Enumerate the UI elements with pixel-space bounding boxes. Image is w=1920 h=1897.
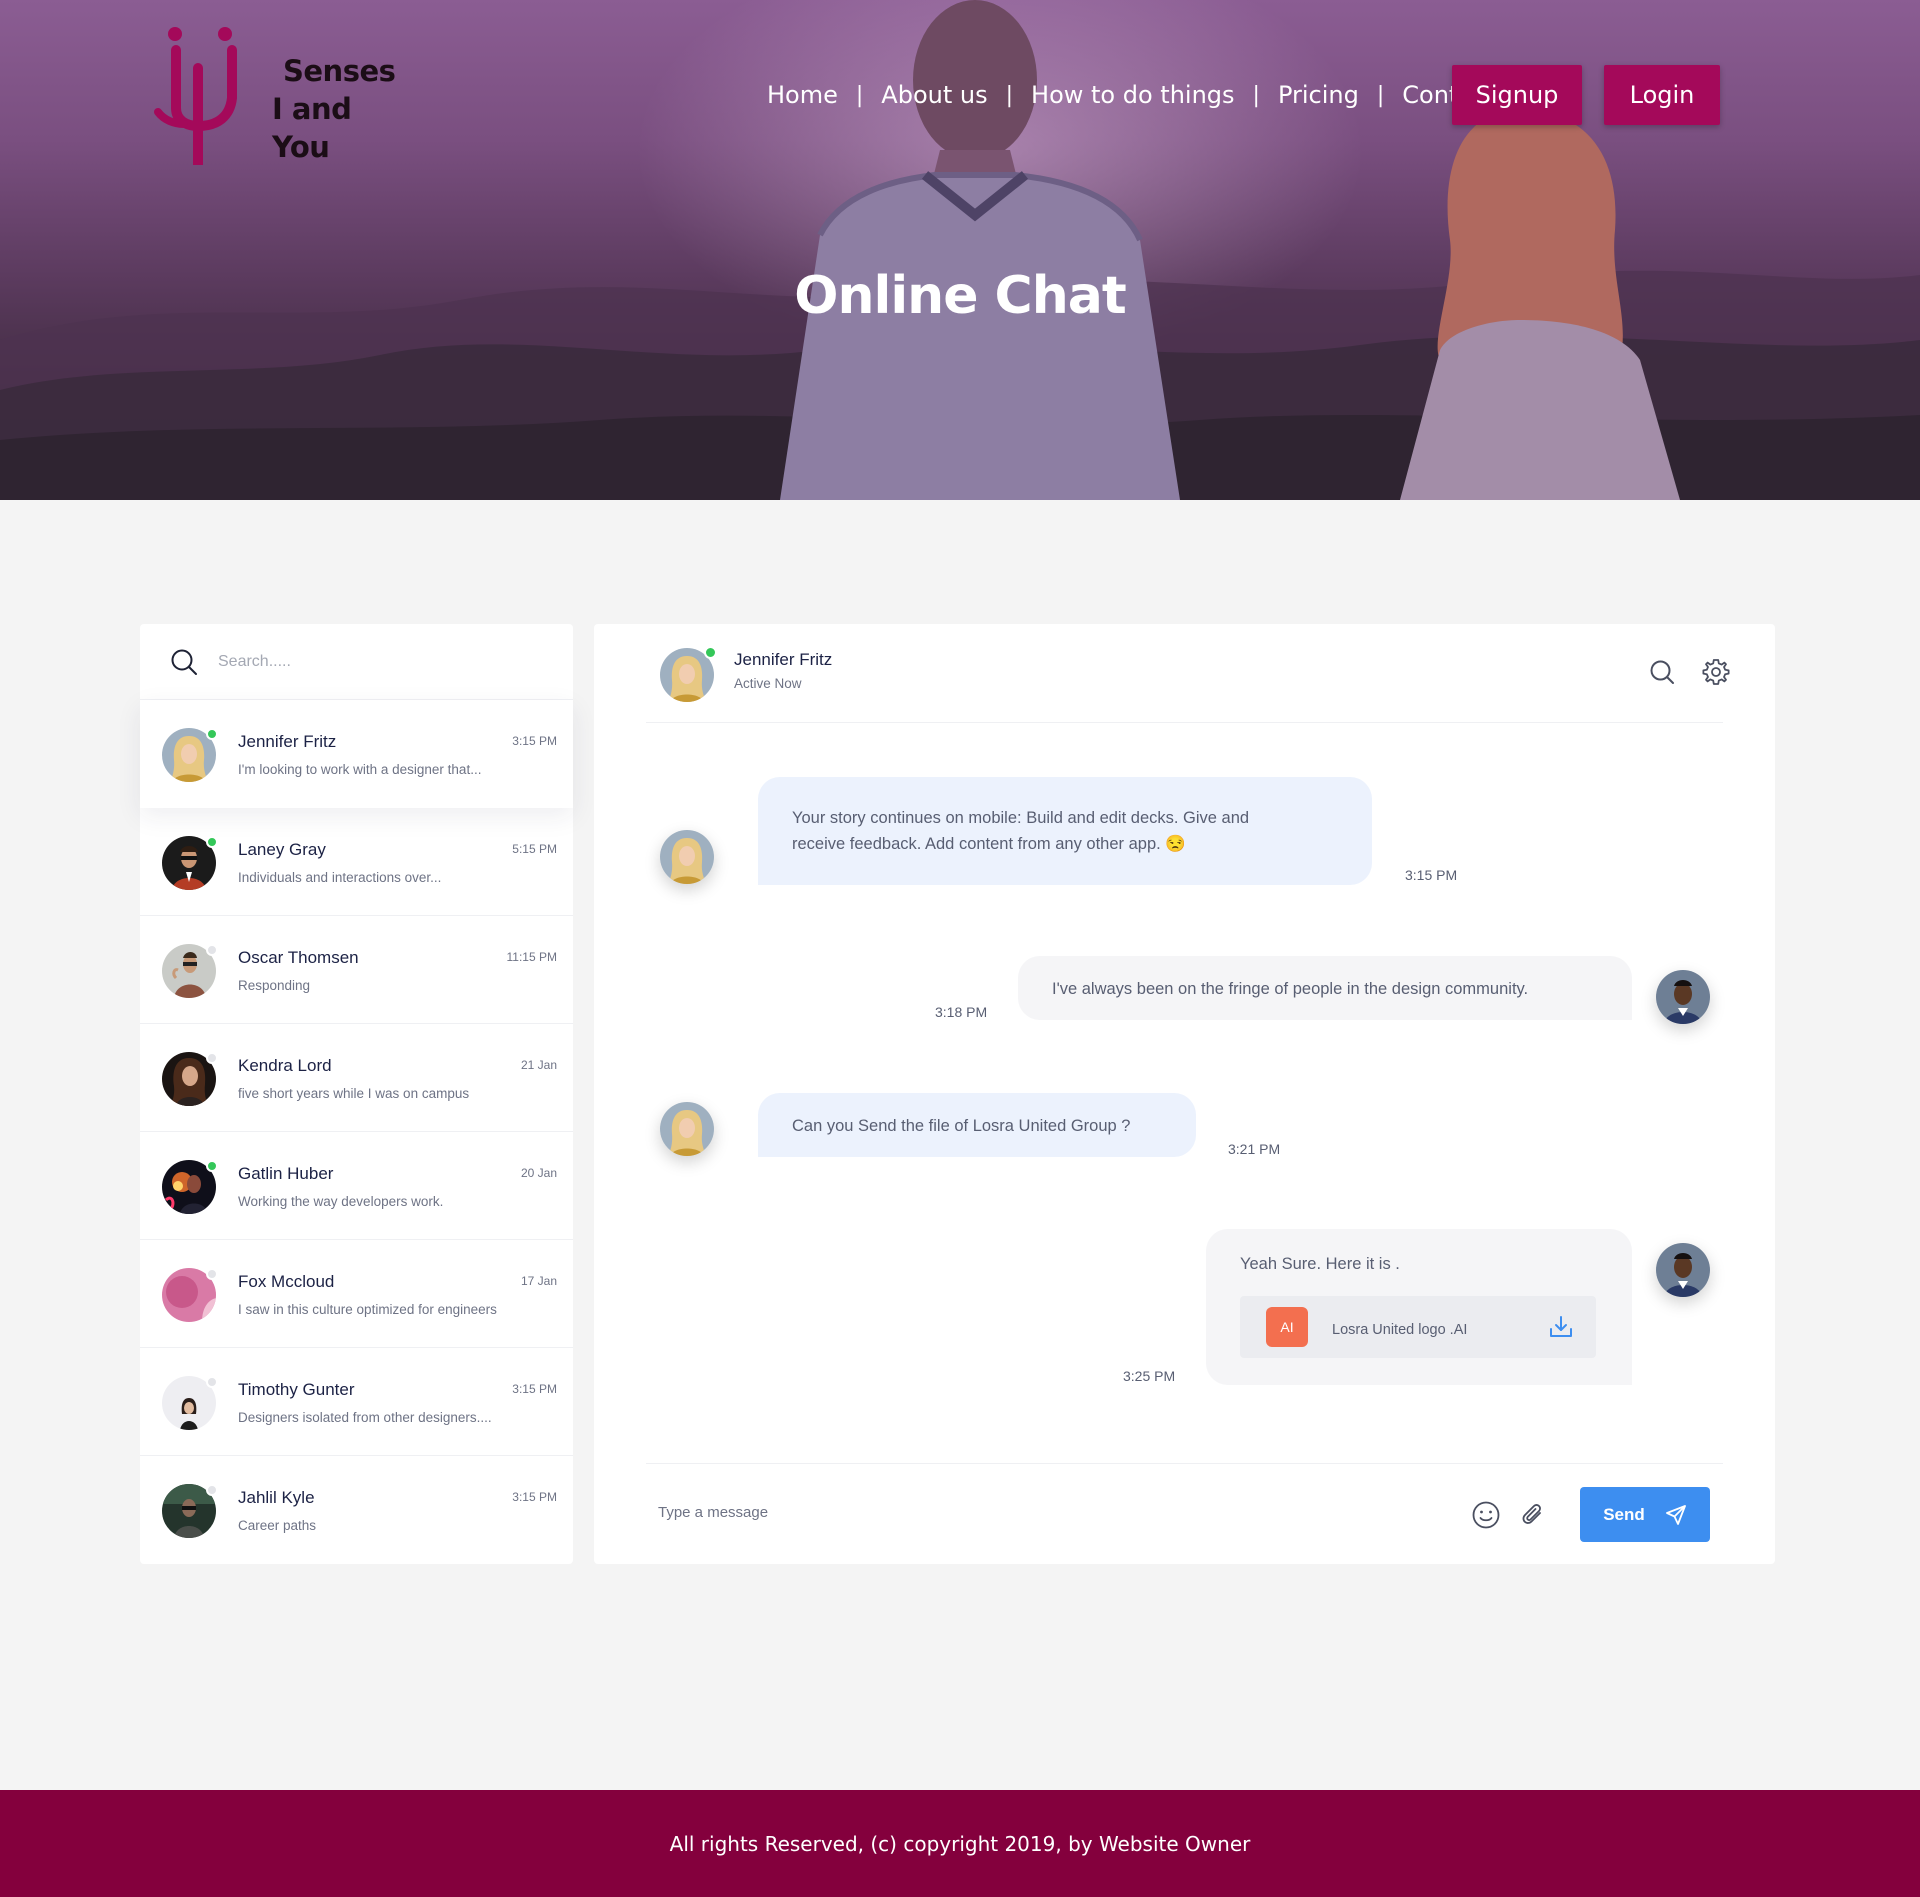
main-nav: Home | About us | How to do things | Pri… (767, 64, 1496, 126)
contact-preview: Career paths (238, 1518, 317, 1533)
search-input[interactable] (218, 652, 518, 671)
message-bubble-incoming: Your story continues on mobile: Build an… (758, 777, 1372, 885)
message-time: 3:25 PM (1123, 1368, 1176, 1384)
message-input[interactable] (658, 1504, 1158, 1521)
logo-line-2: I and You (272, 92, 352, 164)
hero-banner: Senses I and You Home | About us | How t… (0, 0, 1920, 500)
contact-name: Kendra Lord (238, 1056, 332, 1075)
file-attachment[interactable]: AI Losra United logo .AI (1240, 1296, 1596, 1358)
contact-item-timothy-gunter[interactable]: Timothy Gunter 3:15 PM Designers isolate… (140, 1348, 573, 1456)
logo-mark-icon (154, 27, 237, 165)
contact-time: 3:15 PM (512, 734, 557, 748)
search-icon[interactable] (170, 648, 198, 676)
contact-item-jahlil-kyle[interactable]: Jahlil Kyle 3:15 PM Career paths (140, 1456, 573, 1564)
logo-wordmark: Senses I and You (272, 52, 410, 166)
online-status-dot (206, 836, 218, 848)
paperclip-icon[interactable] (1518, 1500, 1548, 1530)
send-label: Send (1603, 1504, 1645, 1524)
contact-time: 3:15 PM (512, 1490, 557, 1504)
message-composer: Send (646, 1463, 1723, 1564)
contact-name: Gatlin Huber (238, 1164, 334, 1183)
message-time: 3:15 PM (1405, 867, 1458, 883)
contact-preview: Working the way developers work. (238, 1194, 444, 1209)
nav-separator: | (1005, 82, 1014, 108)
message-text-line: Your story continues on mobile: Build an… (792, 809, 1250, 827)
contact-time: 11:15 PM (506, 950, 557, 964)
signup-button[interactable]: Signup (1452, 65, 1582, 125)
offline-status-dot (206, 1484, 218, 1496)
send-button[interactable]: Send (1580, 1487, 1710, 1542)
contact-time: 17 Jan (520, 1274, 557, 1288)
chat-contact-status: Active Now (734, 676, 802, 691)
message-bubble-incoming: Can you Send the file of Losra United Gr… (758, 1093, 1196, 1157)
contact-time: 3:15 PM (512, 1382, 557, 1396)
nav-separator: | (1376, 82, 1385, 108)
file-name: Losra United logo .AI (1332, 1322, 1468, 1338)
avatar (1656, 970, 1710, 1024)
search-icon[interactable] (1648, 658, 1676, 686)
contact-item-fox-mccloud[interactable]: Fox Mccloud 17 Jan I saw in this culture… (140, 1240, 573, 1348)
avatar (660, 1102, 714, 1156)
copyright-text: All rights Reserved, (c) copyright 2019,… (669, 1831, 1251, 1856)
contact-item-kendra-lord[interactable]: Kendra Lord 21 Jan five short years whil… (140, 1024, 573, 1132)
send-icon (1665, 1504, 1686, 1525)
contact-preview: Designers isolated from other designers.… (238, 1410, 492, 1425)
contact-name: Fox Mccloud (238, 1272, 335, 1291)
download-icon[interactable] (1548, 1314, 1574, 1340)
file-type-badge: AI (1266, 1307, 1308, 1347)
online-status-dot (206, 1160, 218, 1172)
contact-preview: I saw in this culture optimized for engi… (238, 1302, 497, 1317)
contact-time: 21 Jan (520, 1058, 557, 1072)
online-status-dot (206, 728, 218, 740)
nav-link-about[interactable]: About us (881, 81, 987, 109)
avatar (1656, 1243, 1710, 1297)
chat-header: Jennifer Fritz Active Now (646, 624, 1730, 723)
offline-status-dot (206, 944, 218, 956)
nav-separator: | (1252, 82, 1260, 108)
contact-item-oscar-thomsen[interactable]: Oscar Thomsen 11:15 PM Responding (140, 916, 573, 1024)
logo-line-1: Senses (283, 54, 396, 88)
contact-item-jennifer-fritz[interactable]: Jennifer Fritz 3:15 PM I'm looking to wo… (140, 700, 573, 808)
offline-status-dot (206, 1052, 218, 1064)
nav-separator: | (855, 82, 864, 108)
emoji-icon[interactable] (1471, 1500, 1501, 1530)
nav-link-pricing[interactable]: Pricing (1278, 81, 1359, 109)
contact-name: Oscar Thomsen (238, 948, 359, 967)
avatar (660, 830, 714, 884)
message-bubble-outgoing: I've always been on the fringe of people… (1018, 956, 1632, 1020)
contact-item-gatlin-huber[interactable]: Gatlin Huber 20 Jan Working the way deve… (140, 1132, 573, 1240)
page-title: Online Chat (794, 266, 1126, 326)
online-status-dot (704, 646, 717, 659)
message-bubble-outgoing: Yeah Sure. Here it is . AI Losra United … (1206, 1229, 1632, 1385)
message-text: I've always been on the fringe of people… (1052, 980, 1529, 998)
message-text-line: receive feedback. Add content from any o… (792, 835, 1186, 853)
message-text: Yeah Sure. Here it is . (1240, 1255, 1400, 1273)
contact-preview: Individuals and interactions over... (238, 870, 442, 885)
nav-link-how-to[interactable]: How to do things (1031, 81, 1235, 109)
nav-link-home[interactable]: Home (767, 81, 838, 109)
site-footer: All rights Reserved, (c) copyright 2019,… (0, 1790, 1920, 1897)
chat-contact-name: Jennifer Fritz (734, 650, 833, 669)
brand-logo[interactable]: Senses I and You (150, 20, 410, 170)
login-button[interactable]: Login (1604, 65, 1720, 125)
contact-time: 5:15 PM (512, 842, 557, 856)
offline-status-dot (206, 1376, 218, 1388)
message-time: 3:21 PM (1228, 1141, 1281, 1157)
contact-preview: five short years while I was on campus (238, 1086, 470, 1101)
contact-name: Jahlil Kyle (238, 1488, 315, 1507)
offline-status-dot (206, 1268, 218, 1280)
contact-item-laney-gray[interactable]: Laney Gray 5:15 PM Individuals and inter… (140, 808, 573, 916)
contact-preview: Responding (238, 978, 311, 993)
message-text: Can you Send the file of Losra United Gr… (792, 1117, 1131, 1135)
contact-list-panel: Jennifer Fritz 3:15 PM I'm looking to wo… (140, 624, 573, 1564)
contact-preview: I'm looking to work with a designer that… (238, 762, 482, 777)
contact-time: 20 Jan (520, 1166, 557, 1180)
contact-name: Timothy Gunter (238, 1380, 355, 1399)
chat-panel: Jennifer Fritz Active Now Your story con… (594, 624, 1775, 1564)
contact-name: Laney Gray (238, 840, 326, 859)
gear-icon[interactable] (1702, 658, 1730, 686)
message-time: 3:18 PM (935, 1004, 988, 1020)
contact-search (140, 624, 573, 700)
contact-name: Jennifer Fritz (238, 732, 337, 751)
